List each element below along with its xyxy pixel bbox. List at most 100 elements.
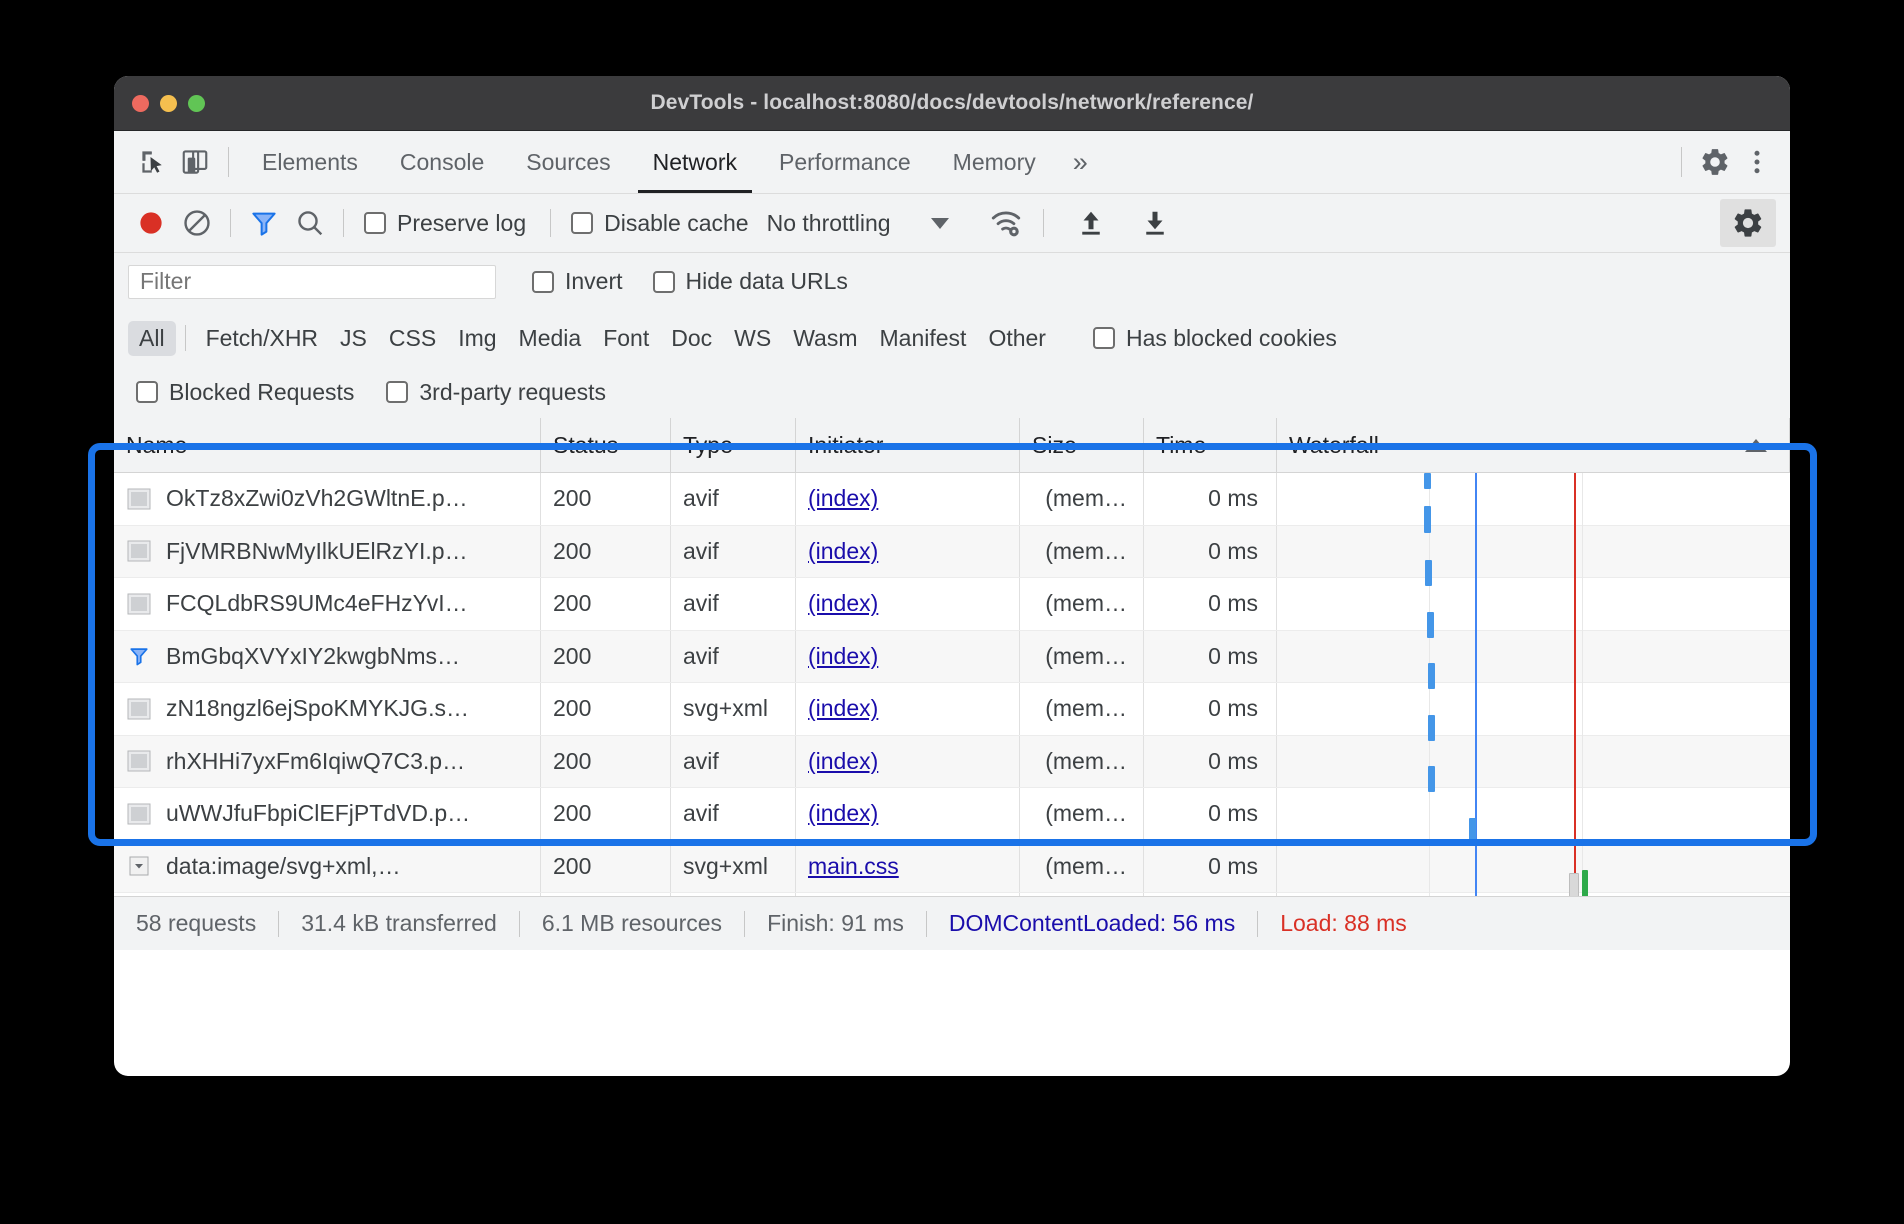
tab-memory[interactable]: Memory bbox=[932, 132, 1057, 193]
cell-initiator[interactable]: (index) bbox=[796, 683, 1020, 735]
tab-console[interactable]: Console bbox=[379, 132, 505, 193]
filter-funnel-icon[interactable] bbox=[241, 200, 287, 246]
cell-initiator[interactable]: (index) bbox=[796, 473, 1020, 525]
type-chip-doc[interactable]: Doc bbox=[660, 321, 723, 356]
has-blocked-cookies-checkbox[interactable]: Has blocked cookies bbox=[1093, 325, 1337, 352]
type-chip-ws[interactable]: WS bbox=[723, 321, 782, 356]
cell-name[interactable]: FjVMRBNwMyIlkUElRzYI.p… bbox=[114, 526, 541, 578]
tab-network[interactable]: Network bbox=[632, 132, 758, 193]
type-chip-manifest[interactable]: Manifest bbox=[869, 321, 978, 356]
inspect-element-icon[interactable] bbox=[132, 141, 174, 183]
table-row[interactable]: favicon-32x32.png 304 png Other 294 B 1 … bbox=[114, 893, 1790, 896]
device-toolbar-icon[interactable] bbox=[174, 141, 216, 183]
preserve-log-label: Preserve log bbox=[397, 210, 526, 237]
cell-initiator[interactable]: (index) bbox=[796, 736, 1020, 788]
cell-name[interactable]: favicon-32x32.png bbox=[114, 893, 541, 896]
initiator-link[interactable]: (index) bbox=[808, 695, 878, 722]
tab-elements[interactable]: Elements bbox=[241, 132, 379, 193]
download-har-icon[interactable] bbox=[1132, 200, 1178, 246]
hide-data-urls-checkbox[interactable]: Hide data URLs bbox=[653, 268, 848, 295]
resource-type-filter-row: All Fetch/XHR JS CSS Img Media Font Doc … bbox=[114, 310, 1790, 366]
column-header-size[interactable]: Size bbox=[1020, 418, 1144, 472]
sort-ascending-caret[interactable] bbox=[1745, 439, 1767, 452]
preserve-log-checkbox[interactable]: Preserve log bbox=[364, 210, 526, 237]
type-chip-other[interactable]: Other bbox=[977, 321, 1057, 356]
initiator-link[interactable]: (index) bbox=[808, 748, 878, 775]
cell-initiator[interactable]: (index) bbox=[796, 631, 1020, 683]
requests-count: 58 requests bbox=[136, 910, 256, 937]
cell-initiator[interactable]: (index) bbox=[796, 788, 1020, 840]
column-header-initiator[interactable]: Initiator bbox=[796, 418, 1020, 472]
initiator-link[interactable]: (index) bbox=[808, 485, 878, 512]
record-icon[interactable] bbox=[128, 200, 174, 246]
type-chip-wasm[interactable]: Wasm bbox=[782, 321, 868, 356]
table-row[interactable]: uWWJfuFbpiClEFjPTdVD.p… 200 avif (index)… bbox=[114, 788, 1790, 841]
table-row[interactable]: FCQLdbRS9UMc4eFHzYvI… 200 avif (index) (… bbox=[114, 578, 1790, 631]
chevron-down-icon[interactable] bbox=[931, 218, 949, 229]
type-chip-font[interactable]: Font bbox=[592, 321, 660, 356]
type-chip-img[interactable]: Img bbox=[447, 321, 507, 356]
checkbox-box[interactable] bbox=[364, 212, 386, 234]
checkbox-box[interactable] bbox=[1093, 327, 1115, 349]
gear-icon[interactable] bbox=[1694, 141, 1736, 183]
cell-initiator[interactable]: (index) bbox=[796, 526, 1020, 578]
more-tabs-button[interactable]: » bbox=[1057, 132, 1104, 193]
initiator-link[interactable]: (index) bbox=[808, 800, 878, 827]
cell-initiator[interactable]: main.css bbox=[796, 841, 1020, 893]
cell-name[interactable]: FCQLdbRS9UMc4eFHzYvI… bbox=[114, 578, 541, 630]
cell-name[interactable]: uWWJfuFbpiClEFjPTdVD.p… bbox=[114, 788, 541, 840]
clear-icon[interactable] bbox=[174, 200, 220, 246]
initiator-link[interactable]: (index) bbox=[808, 590, 878, 617]
network-settings-gear-icon[interactable] bbox=[1720, 199, 1776, 247]
tab-label: Network bbox=[653, 149, 737, 176]
checkbox-box[interactable] bbox=[532, 271, 554, 293]
search-icon[interactable] bbox=[287, 200, 333, 246]
cell-status: 200 bbox=[541, 683, 671, 735]
column-header-type[interactable]: Type bbox=[671, 418, 796, 472]
column-header-waterfall[interactable]: Waterfall bbox=[1277, 418, 1790, 472]
table-row[interactable]: data:image/svg+xml,… 200 svg+xml main.cs… bbox=[114, 841, 1790, 894]
checkbox-box[interactable] bbox=[571, 212, 593, 234]
network-conditions-icon[interactable] bbox=[983, 200, 1029, 246]
close-button[interactable] bbox=[132, 95, 149, 112]
cell-name[interactable]: BmGbqXVYxIY2kwgbNms… bbox=[114, 631, 541, 683]
blocked-requests-checkbox[interactable]: Blocked Requests bbox=[136, 379, 354, 406]
third-party-requests-checkbox[interactable]: 3rd-party requests bbox=[386, 379, 606, 406]
initiator-link[interactable]: (index) bbox=[808, 643, 878, 670]
table-row[interactable]: OkTz8xZwi0zVh2GWltnE.p… 200 avif (index)… bbox=[114, 473, 1790, 526]
type-chip-js[interactable]: JS bbox=[329, 321, 378, 356]
type-chip-media[interactable]: Media bbox=[508, 321, 593, 356]
throttling-select[interactable]: No throttling bbox=[767, 210, 891, 237]
table-row[interactable]: BmGbqXVYxIY2kwgbNms… 200 avif (index) (m… bbox=[114, 631, 1790, 684]
type-chip-all[interactable]: All bbox=[128, 321, 176, 356]
tab-performance[interactable]: Performance bbox=[758, 132, 932, 193]
tab-sources[interactable]: Sources bbox=[505, 132, 631, 193]
table-row[interactable]: rhXHHi7yxFm6IqiwQ7C3.p… 200 avif (index)… bbox=[114, 736, 1790, 789]
checkbox-box[interactable] bbox=[653, 271, 675, 293]
filter-input[interactable]: Filter bbox=[128, 265, 496, 299]
column-header-time[interactable]: Time bbox=[1144, 418, 1277, 472]
table-row[interactable]: zN18ngzl6ejSpoKMYKJG.s… 200 svg+xml (ind… bbox=[114, 683, 1790, 736]
cell-name[interactable]: OkTz8xZwi0zVh2GWltnE.p… bbox=[114, 473, 541, 525]
initiator-link[interactable]: (index) bbox=[808, 538, 878, 565]
column-header-name[interactable]: Name bbox=[114, 418, 541, 472]
disable-cache-checkbox[interactable]: Disable cache bbox=[571, 210, 748, 237]
zoom-button[interactable] bbox=[188, 95, 205, 112]
more-vertical-icon[interactable] bbox=[1736, 141, 1778, 183]
column-header-status[interactable]: Status bbox=[541, 418, 671, 472]
checkbox-box[interactable] bbox=[136, 381, 158, 403]
invert-checkbox[interactable]: Invert bbox=[532, 268, 623, 295]
cell-name[interactable]: data:image/svg+xml,… bbox=[114, 841, 541, 893]
cell-initiator[interactable]: (index) bbox=[796, 578, 1020, 630]
cell-type: avif bbox=[671, 631, 796, 683]
initiator-link[interactable]: main.css bbox=[808, 853, 899, 880]
cell-name[interactable]: rhXHHi7yxFm6IqiwQ7C3.p… bbox=[114, 736, 541, 788]
type-chip-fetch-xhr[interactable]: Fetch/XHR bbox=[195, 321, 329, 356]
checkbox-box[interactable] bbox=[386, 381, 408, 403]
upload-har-icon[interactable] bbox=[1068, 200, 1114, 246]
chevron-double-right-icon: » bbox=[1073, 147, 1088, 178]
type-chip-css[interactable]: CSS bbox=[378, 321, 447, 356]
cell-name[interactable]: zN18ngzl6ejSpoKMYKJG.s… bbox=[114, 683, 541, 735]
table-row[interactable]: FjVMRBNwMyIlkUElRzYI.p… 200 avif (index)… bbox=[114, 526, 1790, 579]
minimize-button[interactable] bbox=[160, 95, 177, 112]
